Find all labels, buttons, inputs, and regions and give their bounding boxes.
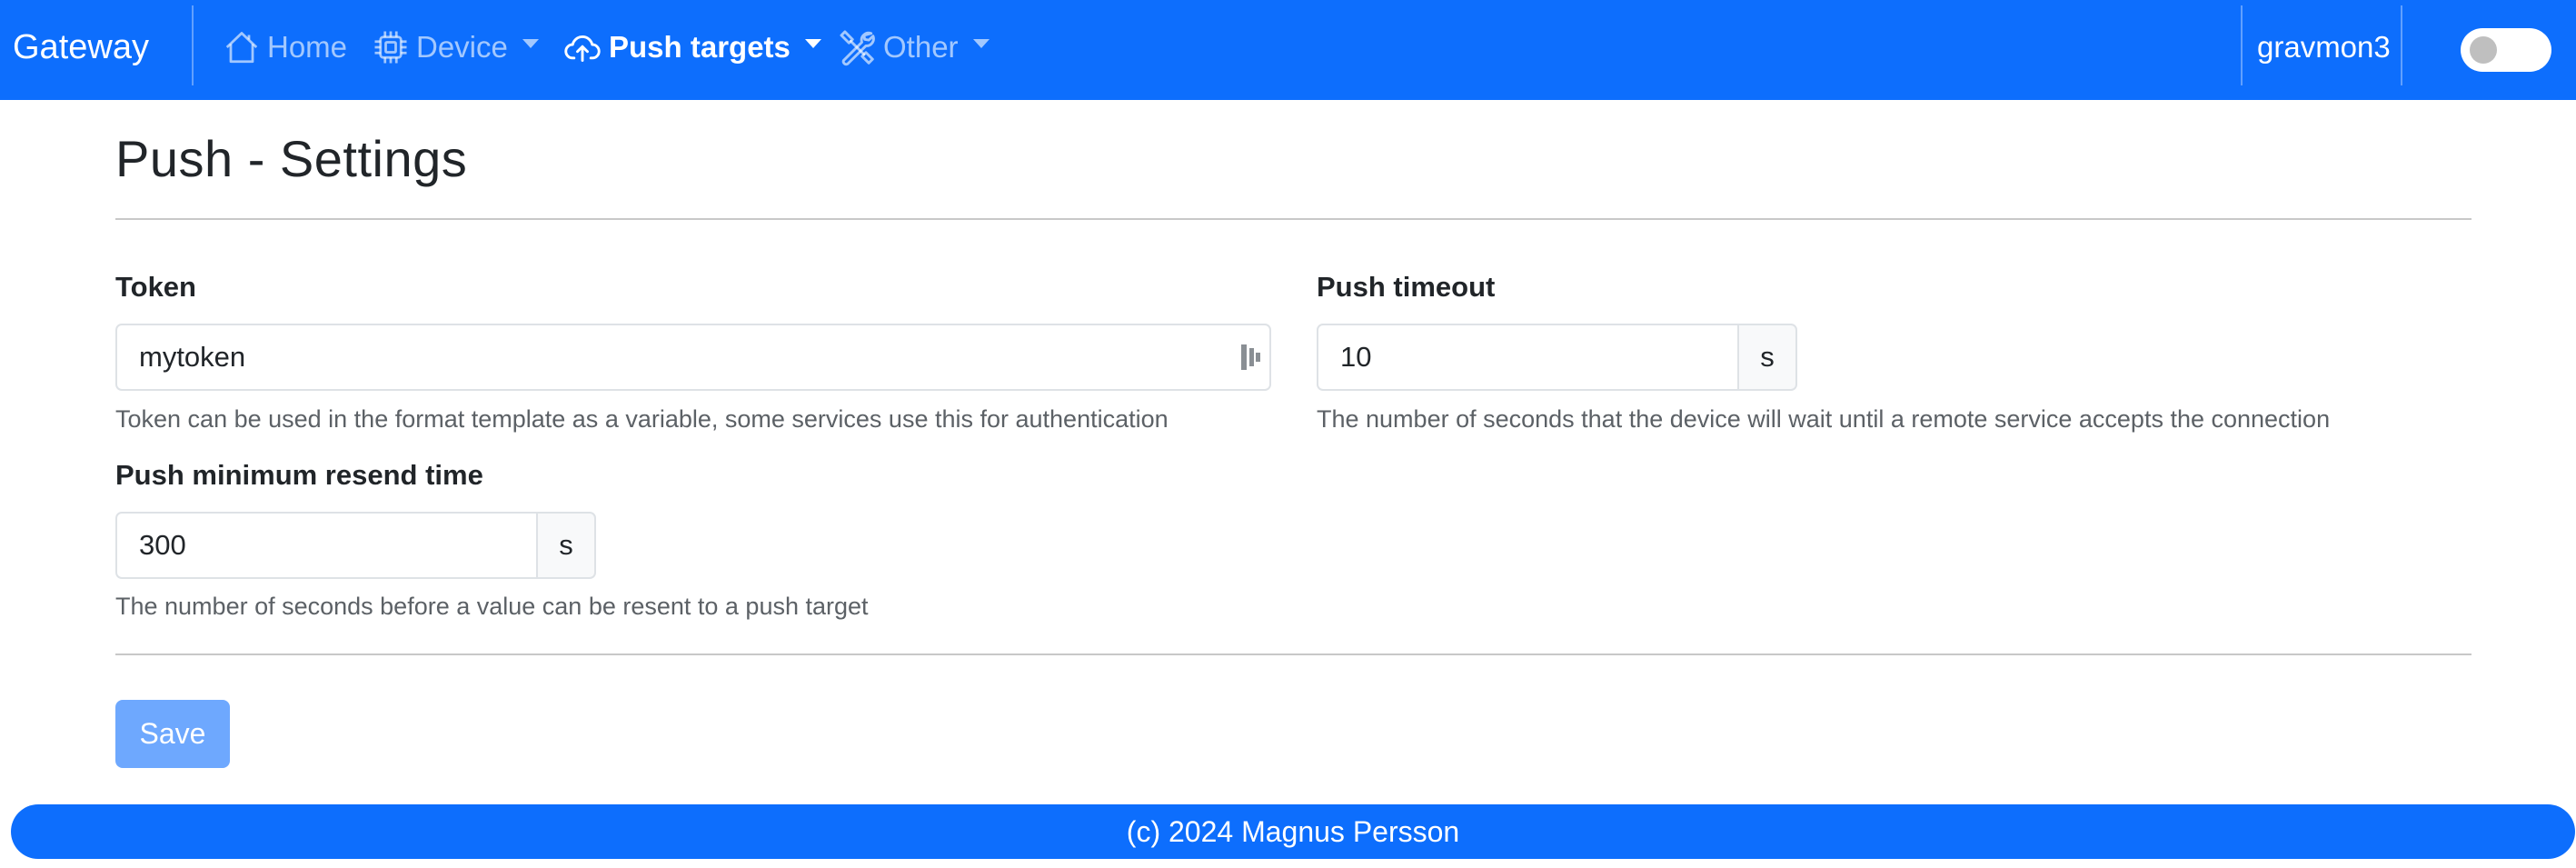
divider [115, 218, 2472, 220]
navbar-divider [192, 5, 194, 85]
navbar-divider [2401, 5, 2402, 85]
push-resend-help: The number of seconds before a value can… [115, 593, 869, 620]
nav-item-label: Push targets [609, 30, 791, 64]
push-timeout-unit: s [1739, 324, 1797, 391]
push-timeout-help: The number of seconds that the device wi… [1317, 405, 2331, 433]
nav-item-push-targets[interactable]: Push targets [563, 0, 821, 95]
token-input[interactable] [115, 324, 1271, 391]
chevron-down-icon [804, 39, 821, 48]
push-resend-label: Push minimum resend time [115, 459, 483, 491]
nav-item-label: Device [416, 30, 508, 64]
nav-item-home[interactable]: Home [224, 0, 347, 95]
footer-text: (c) 2024 Magnus Persson [1126, 814, 1460, 848]
navbar-divider [2241, 5, 2243, 85]
divider [115, 653, 2472, 655]
nav-item-label: Home [267, 30, 348, 64]
token-help: Token can be used in the format template… [115, 405, 1169, 433]
push-resend-input[interactable] [115, 512, 538, 579]
top-navbar: Gateway Home Device Push targets Other g… [0, 0, 2576, 100]
nav-item-other[interactable]: Other [838, 0, 990, 95]
save-button[interactable]: Save [115, 700, 230, 768]
toggle-knob [2470, 36, 2497, 64]
cloud-upload-icon [563, 28, 602, 66]
footer: (c) 2024 Magnus Persson [11, 804, 2575, 859]
chevron-down-icon [522, 39, 539, 48]
password-manager-icon[interactable] [1241, 344, 1261, 370]
nav-item-device[interactable]: Device [373, 0, 539, 95]
theme-toggle[interactable] [2461, 28, 2551, 72]
tools-icon [838, 28, 876, 66]
device-name: gravmon3 [2257, 30, 2391, 64]
push-timeout-label: Push timeout [1317, 271, 1496, 303]
push-resend-unit: s [538, 512, 596, 579]
nav-item-label: Other [883, 30, 959, 64]
brand-link[interactable]: Gateway [13, 0, 149, 100]
home-icon [224, 29, 260, 65]
push-timeout-input[interactable] [1317, 324, 1739, 391]
page-title: Push - Settings [115, 130, 468, 187]
chevron-down-icon [972, 39, 990, 48]
chip-icon [373, 29, 409, 65]
token-label: Token [115, 271, 196, 303]
